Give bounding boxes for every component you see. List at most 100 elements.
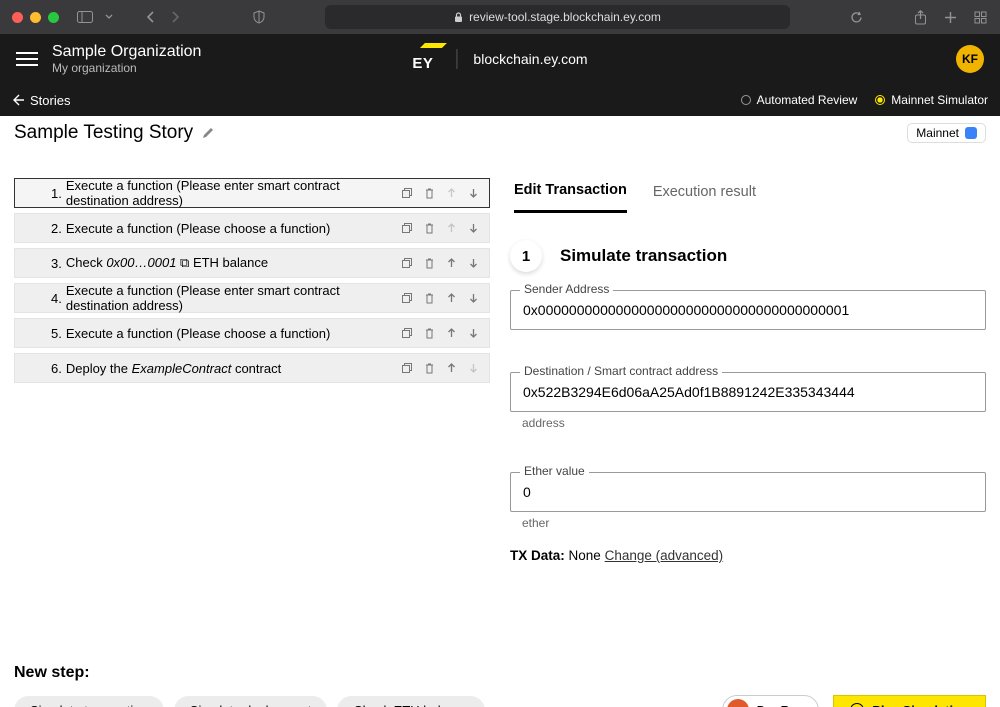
nav-forward-icon[interactable] xyxy=(167,9,183,25)
move-down-icon[interactable] xyxy=(467,327,479,339)
panel-tabs: Edit Transaction Execution result xyxy=(510,178,986,218)
step-number: 2. xyxy=(51,221,62,236)
step-number: 4. xyxy=(51,291,62,306)
menu-icon[interactable] xyxy=(16,52,38,66)
move-up-icon xyxy=(445,222,457,234)
org-block[interactable]: Sample Organization My organization xyxy=(52,42,201,76)
tx-data-row: TX Data: None Change (advanced) xyxy=(510,548,986,563)
copy-icon[interactable] xyxy=(401,327,413,339)
delete-icon[interactable] xyxy=(423,257,435,269)
sender-address-input[interactable] xyxy=(510,290,986,330)
network-badge[interactable]: Mainnet xyxy=(907,123,986,143)
sidebar-toggle-icon[interactable] xyxy=(77,9,93,25)
brand-block: EY blockchain.ey.com xyxy=(412,49,587,69)
step-row[interactable]: 5.Execute a function (Please choose a fu… xyxy=(14,318,490,348)
step-label: Execute a function (Please choose a func… xyxy=(66,221,331,236)
refresh-icon[interactable] xyxy=(848,9,864,25)
browser-chrome: review-tool.stage.blockchain.ey.com xyxy=(0,0,1000,34)
copy-icon[interactable] xyxy=(401,362,413,374)
play-icon xyxy=(850,703,864,707)
delete-icon[interactable] xyxy=(423,187,435,199)
move-down-icon[interactable] xyxy=(467,292,479,304)
sender-label: Sender Address xyxy=(520,282,613,296)
step-row[interactable]: 1.Execute a function (Please enter smart… xyxy=(14,178,490,208)
panel-title: Simulate transaction xyxy=(560,246,727,266)
new-step-chip[interactable]: Check ETH balance xyxy=(337,696,485,707)
new-tab-icon[interactable] xyxy=(942,9,958,25)
step-row[interactable]: 6. Deploy the ExampleContract contract xyxy=(14,353,490,383)
automated-review-toggle[interactable]: Automated Review xyxy=(741,93,858,107)
play-simulation-button[interactable]: Play Simulation xyxy=(833,695,986,707)
move-down-icon[interactable] xyxy=(467,187,479,199)
step-row[interactable]: 2. Execute a function (Please choose a fu… xyxy=(14,213,490,243)
avatar[interactable]: KF xyxy=(956,45,984,73)
move-up-icon[interactable] xyxy=(445,327,457,339)
edit-icon[interactable] xyxy=(201,126,215,140)
tab-edit-transaction[interactable]: Edit Transaction xyxy=(514,182,627,213)
share-icon[interactable] xyxy=(912,9,928,25)
move-down-icon[interactable] xyxy=(467,257,479,269)
new-step-chip[interactable]: Simulate deployment xyxy=(174,696,327,707)
delete-icon[interactable] xyxy=(423,292,435,304)
copy-icon[interactable] xyxy=(401,257,413,269)
shield-icon[interactable] xyxy=(251,9,267,25)
move-up-icon[interactable] xyxy=(445,292,457,304)
ether-value-field: Ether value ether xyxy=(510,472,986,530)
step-label: Execute a function (Please enter smart c… xyxy=(66,283,401,313)
mainnet-simulator-toggle[interactable]: Mainnet Simulator xyxy=(875,93,988,107)
delete-icon[interactable] xyxy=(423,327,435,339)
step-label: Deploy the ExampleContract contract xyxy=(66,361,281,376)
lock-icon xyxy=(454,12,463,23)
address-bar[interactable]: review-tool.stage.blockchain.ey.com xyxy=(325,5,790,29)
back-to-stories-link[interactable]: Stories xyxy=(12,93,70,108)
step-number: 6. xyxy=(51,361,62,376)
transaction-panel: Edit Transaction Execution result 1 Simu… xyxy=(510,178,986,707)
step-label: Execute a function (Please enter smart c… xyxy=(66,178,401,208)
step-row[interactable]: 4. Execute a function (Please enter smart… xyxy=(14,283,490,313)
delete-icon[interactable] xyxy=(423,362,435,374)
minimize-window-icon[interactable] xyxy=(30,12,41,23)
close-window-icon[interactable] xyxy=(12,12,23,23)
move-up-icon[interactable] xyxy=(445,257,457,269)
ether-hint: ether xyxy=(510,516,986,530)
sender-address-field: Sender Address xyxy=(510,290,986,330)
step-number: 3. xyxy=(51,256,62,271)
new-step-heading: New step: xyxy=(14,664,490,682)
move-up-icon[interactable] xyxy=(445,362,457,374)
tab-execution-result[interactable]: Execution result xyxy=(653,184,756,212)
new-step-section: New step: Simulate transaction Simulate d… xyxy=(14,664,490,707)
ey-logo-icon: EY xyxy=(412,49,440,69)
copy-icon[interactable] xyxy=(401,187,413,199)
brand-text: blockchain.ey.com xyxy=(473,51,587,67)
destination-address-input[interactable] xyxy=(510,372,986,412)
maximize-window-icon[interactable] xyxy=(48,12,59,23)
radio-on-icon xyxy=(875,95,885,105)
sub-header: Stories Automated Review Mainnet Simulat… xyxy=(0,84,1000,116)
tab-grid-icon[interactable] xyxy=(972,9,988,25)
url-text: review-tool.stage.blockchain.ey.com xyxy=(469,10,661,24)
steps-panel: 1.Execute a function (Please enter smart… xyxy=(14,178,490,707)
new-step-chip[interactable]: Simulate transaction xyxy=(14,696,164,707)
network-icon xyxy=(965,127,977,139)
move-up-icon xyxy=(445,187,457,199)
tx-data-change-link[interactable]: Change (advanced) xyxy=(605,548,724,563)
move-down-icon xyxy=(467,362,479,374)
toggle-icon xyxy=(727,699,749,707)
copy-icon[interactable] xyxy=(401,292,413,304)
move-down-icon[interactable] xyxy=(467,222,479,234)
ether-value-input[interactable] xyxy=(510,472,986,512)
chevron-down-icon[interactable] xyxy=(101,9,117,25)
step-label: Execute a function (Please choose a func… xyxy=(66,326,331,341)
nav-back-icon[interactable] xyxy=(143,9,159,25)
delete-icon[interactable] xyxy=(423,222,435,234)
copy-icon[interactable] xyxy=(401,222,413,234)
radio-off-icon xyxy=(741,95,751,105)
story-title: Sample Testing Story xyxy=(14,122,215,144)
story-header: Sample Testing Story Mainnet xyxy=(0,116,1000,150)
step-row[interactable]: 3.Check 0x00…0001 ⧉ ETH balance xyxy=(14,248,490,278)
dry-run-toggle[interactable]: Dry Run xyxy=(722,695,820,707)
arrow-left-icon xyxy=(12,94,24,106)
panel-heading: 1 Simulate transaction xyxy=(510,240,986,272)
org-subtitle: My organization xyxy=(52,61,201,75)
app-header: Sample Organization My organization EY b… xyxy=(0,34,1000,84)
